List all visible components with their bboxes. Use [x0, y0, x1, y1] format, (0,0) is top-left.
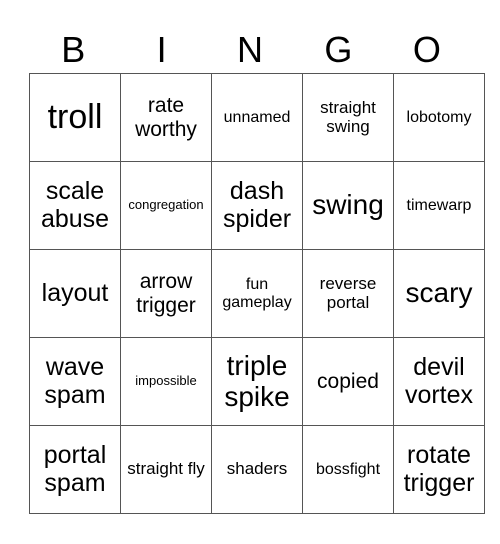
header-letter-g: G: [324, 29, 353, 70]
grid-row: portal spam straight fly shaders bossfig…: [29, 425, 485, 514]
bingo-cell[interactable]: lobotomy: [393, 73, 485, 162]
header-letter-n: N: [237, 29, 264, 70]
bingo-cell[interactable]: congregation: [120, 161, 212, 250]
grid-row: layout arrow trigger fun gameplay revers…: [29, 249, 485, 338]
grid-row: wave spam impossible triple spike copied…: [29, 337, 485, 426]
bingo-cell[interactable]: swing: [302, 161, 394, 250]
bingo-cell[interactable]: troll: [29, 73, 121, 162]
bingo-cell[interactable]: scale abuse: [29, 161, 121, 250]
bingo-cell[interactable]: dash spider: [211, 161, 303, 250]
bingo-cell[interactable]: straight fly: [120, 425, 212, 514]
bingo-cell[interactable]: portal spam: [29, 425, 121, 514]
bingo-cell[interactable]: rotate trigger: [393, 425, 485, 514]
bingo-cell[interactable]: shaders: [211, 425, 303, 514]
bingo-cell[interactable]: rate worthy: [120, 73, 212, 162]
bingo-cell[interactable]: straight swing: [302, 73, 394, 162]
bingo-cell[interactable]: devil vortex: [393, 337, 485, 426]
bingo-header: B I N G O: [29, 30, 471, 70]
bingo-cell[interactable]: fun gameplay: [211, 249, 303, 338]
bingo-cell[interactable]: bossfight: [302, 425, 394, 514]
bingo-cell[interactable]: triple spike: [211, 337, 303, 426]
bingo-cell[interactable]: unnamed: [211, 73, 303, 162]
header-letter-o: O: [412, 29, 441, 70]
bingo-cell[interactable]: scary: [393, 249, 485, 338]
bingo-cell[interactable]: wave spam: [29, 337, 121, 426]
header-letter-b: B: [61, 29, 86, 70]
header-letter-i: I: [156, 29, 167, 70]
grid-row: troll rate worthy unnamed straight swing…: [29, 73, 485, 162]
bingo-cell[interactable]: arrow trigger: [120, 249, 212, 338]
bingo-cell[interactable]: layout: [29, 249, 121, 338]
bingo-cell[interactable]: reverse portal: [302, 249, 394, 338]
bingo-cell[interactable]: copied: [302, 337, 394, 426]
bingo-cell[interactable]: impossible: [120, 337, 212, 426]
bingo-grid: troll rate worthy unnamed straight swing…: [29, 73, 485, 514]
grid-row: scale abuse congregation dash spider swi…: [29, 161, 485, 250]
bingo-cell[interactable]: timewarp: [393, 161, 485, 250]
